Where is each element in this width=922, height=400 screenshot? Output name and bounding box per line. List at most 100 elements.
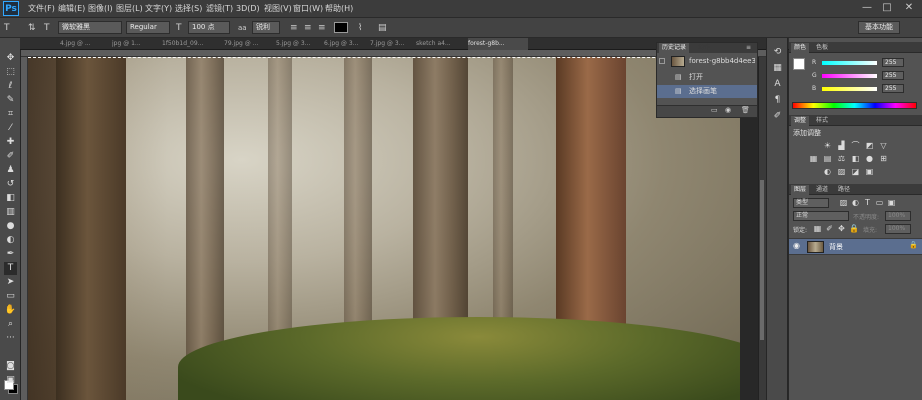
menu-3d[interactable]: 3D(D) [236,3,260,15]
channel-mixer-icon[interactable]: ⊞ [879,154,888,163]
crop-tool-icon[interactable]: ⌗ [4,108,17,121]
brush-tool-icon[interactable]: ✐ [4,150,17,163]
tab-actions[interactable]: 动作 [695,43,713,53]
tab-swatches[interactable]: 色板 [813,43,831,53]
tab-paths[interactable]: 路径 [835,185,853,195]
tab-history[interactable]: 历史记录 [659,43,690,53]
black-white-icon[interactable]: ◧ [851,154,860,163]
blue-value[interactable]: 255 [882,84,904,93]
character-panel-icon[interactable]: ▤ [378,22,387,34]
menu-image[interactable]: 图像(I) [88,3,113,15]
fill-field[interactable]: 100% [885,224,911,234]
blue-slider[interactable] [822,87,877,91]
anti-alias-select[interactable]: 锐利 [252,21,280,34]
lasso-tool-icon[interactable]: ℓ [4,80,17,93]
history-brush-tool-icon[interactable]: ↺ [4,178,17,191]
brightness-contrast-icon[interactable]: ☀ [823,141,832,150]
panel-menu-icon[interactable]: ≡ [743,43,754,53]
align-center-icon[interactable]: ≡ [304,22,312,34]
type-tool-icon[interactable]: T [4,262,17,275]
posterize-icon[interactable]: ▨ [837,167,846,176]
path-select-tool-icon[interactable]: ➤ [4,276,17,289]
blur-tool-icon[interactable]: ● [4,220,17,233]
trash-icon[interactable]: 🗑 [741,106,750,114]
tab-layers[interactable]: 图层 [791,185,810,195]
menu-filter[interactable]: 滤镜(T) [206,3,233,15]
document-tab-active[interactable]: forest-g8b... [468,38,528,50]
layer-row-background[interactable]: ◉ 背景 🔒 [789,238,922,255]
workspace-switcher[interactable]: 基本功能 [858,21,900,34]
menu-help[interactable]: 帮助(H) [325,3,353,15]
history-item-selected[interactable]: ▤ 选择画笔 [657,85,757,98]
eraser-tool-icon[interactable]: ◧ [4,192,17,205]
document-tab[interactable]: 6.jpg @ 3... [324,38,368,50]
color-spectrum-bar[interactable] [792,102,917,109]
tab-adjustments[interactable]: 调整 [791,116,810,126]
text-orientation-icon[interactable]: T [44,22,50,34]
screen-mode-icon[interactable]: ▣ [4,374,17,387]
document-tab[interactable]: 5.jpg @ 3... [276,38,322,50]
tab-color[interactable]: 颜色 [791,43,810,53]
exposure-icon[interactable]: ◩ [865,141,874,150]
healing-brush-tool-icon[interactable]: ✚ [4,136,17,149]
text-orientation-icon[interactable]: ⇅ [28,22,36,34]
selective-color-icon[interactable]: ▣ [865,167,874,176]
filter-adjustment-icon[interactable]: ◐ [851,198,860,207]
blend-mode-select[interactable]: 正常 [793,211,849,221]
lock-transparent-icon[interactable]: ▦ [813,224,822,233]
restore-button[interactable]: □ [878,1,896,15]
menu-layer[interactable]: 图层(L) [116,3,143,15]
dodge-tool-icon[interactable]: ◐ [4,234,17,247]
minimize-button[interactable]: — [858,1,876,15]
shape-tool-icon[interactable]: ▭ [4,290,17,303]
document-tab[interactable]: 4.jpg @ ... [60,38,110,50]
quick-select-tool-icon[interactable]: ✎ [4,94,17,107]
document-canvas[interactable] [28,57,740,400]
history-snapshot[interactable]: forest-g8bb4d4ee3_19... [657,55,757,68]
menu-edit[interactable]: 编辑(E) [58,3,85,15]
green-value[interactable]: 255 [882,71,904,80]
opacity-field[interactable]: 100% [885,211,911,221]
menu-type[interactable]: 文字(Y) [145,3,172,15]
document-tab[interactable]: sketch a4... [416,38,466,50]
document-tab[interactable]: jpg @ 1... [112,38,160,50]
close-button[interactable]: ✕ [900,1,918,15]
font-family-select[interactable]: 微软雅黑 [58,21,122,34]
align-left-icon[interactable]: ≡ [290,22,298,34]
layer-kind-filter[interactable]: 类型 [793,198,829,208]
vibrance-icon[interactable]: ▦ [809,154,818,163]
history-panel-icon[interactable]: ⟲ [771,46,784,59]
document-tab[interactable]: 1f50b1d_09... [162,38,222,50]
align-right-icon[interactable]: ≡ [318,22,326,34]
zoom-tool-icon[interactable]: ⌕ [4,318,17,331]
eyedropper-tool-icon[interactable]: ⁄ [4,122,17,135]
marquee-tool-icon[interactable]: ⬚ [4,66,17,79]
new-document-from-state-icon[interactable]: ▭ [711,106,718,114]
character-panel-icon[interactable]: A [771,78,784,91]
lock-pixels-icon[interactable]: ✐ [825,224,834,233]
clone-stamp-tool-icon[interactable]: ♟ [4,164,17,177]
more-tools-icon[interactable]: ··· [4,332,17,345]
color-balance-icon[interactable]: ⚖ [837,154,846,163]
swatches-panel-icon[interactable]: ▦ [771,62,784,75]
type-tool-icon[interactable]: T [4,22,10,34]
gradient-map-icon[interactable]: ▽ [879,141,888,150]
move-tool-icon[interactable]: ✥ [4,52,17,65]
menu-window[interactable]: 窗口(W) [293,3,323,15]
levels-icon[interactable]: ▟ [837,141,846,150]
pen-tool-icon[interactable]: ✒ [4,248,17,261]
eye-icon[interactable]: ◉ [793,241,800,250]
menu-view[interactable]: 视图(V) [264,3,292,15]
filter-smart-object-icon[interactable]: ▣ [887,198,896,207]
photo-filter-icon[interactable]: ● [865,154,874,163]
brush-panel-icon[interactable]: ✐ [771,110,784,123]
filter-pixel-icon[interactable]: ▨ [839,198,848,207]
document-tab[interactable]: 7.jpg @ 3... [370,38,414,50]
green-slider[interactable] [822,74,877,78]
tab-channels[interactable]: 通道 [813,185,831,195]
scrollbar-thumb[interactable] [760,180,764,340]
gradient-tool-icon[interactable]: ▥ [4,206,17,219]
tab-styles[interactable]: 样式 [813,116,831,126]
font-size-select[interactable]: 100 点 [188,21,230,34]
camera-icon[interactable]: ◉ [725,106,731,114]
